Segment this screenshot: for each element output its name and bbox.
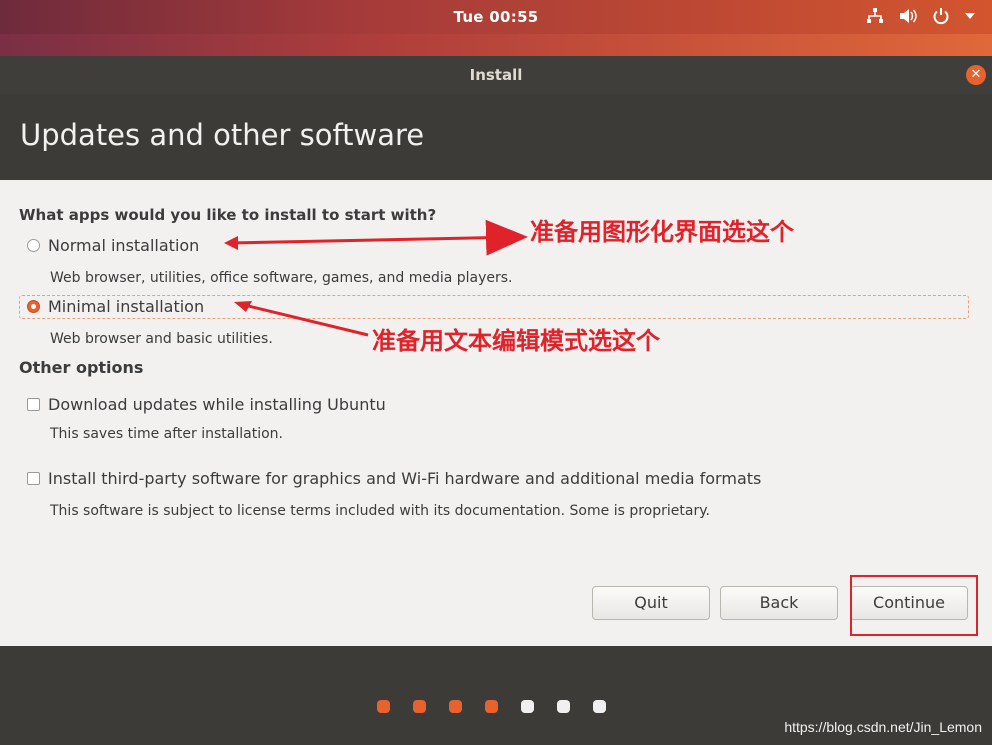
desktop-background	[0, 34, 992, 56]
quit-button[interactable]: Quit	[592, 586, 710, 620]
close-icon[interactable]: ✕	[966, 65, 986, 85]
progress-dot	[377, 700, 390, 713]
clock[interactable]: Tue 00:55	[0, 8, 992, 26]
top-panel: Tue 00:55	[0, 0, 992, 34]
progress-dot	[449, 700, 462, 713]
annotation-minimal: 准备用文本编辑模式选这个	[372, 327, 660, 355]
arrow-to-minimal	[239, 302, 369, 337]
progress-dot	[413, 700, 426, 713]
progress-dot	[485, 700, 498, 713]
page-header: Updates and other software	[0, 94, 992, 180]
volume-icon[interactable]	[898, 7, 918, 25]
watermark: https://blog.csdn.net/Jin_Lemon	[784, 719, 982, 735]
chevron-down-icon[interactable]	[964, 11, 976, 21]
window-titlebar[interactable]: Install ✕	[0, 56, 992, 94]
back-button[interactable]: Back	[720, 586, 838, 620]
highlight-box	[850, 575, 978, 636]
progress-dots	[377, 700, 606, 713]
progress-dot	[557, 700, 570, 713]
progress-dot	[521, 700, 534, 713]
annotation-arrows	[224, 219, 528, 337]
progress-dot	[593, 700, 606, 713]
system-tray[interactable]	[866, 7, 976, 25]
page-title: Updates and other software	[20, 118, 425, 152]
bottom-bar: https://blog.csdn.net/Jin_Lemon	[0, 646, 992, 745]
main-panel: What apps would you like to install to s…	[0, 180, 992, 646]
arrow-to-normal	[229, 219, 528, 256]
network-icon[interactable]	[866, 7, 884, 25]
annotation-normal: 准备用图形化界面选这个	[530, 218, 794, 246]
window-title: Install	[469, 66, 523, 84]
power-icon[interactable]	[932, 7, 950, 25]
